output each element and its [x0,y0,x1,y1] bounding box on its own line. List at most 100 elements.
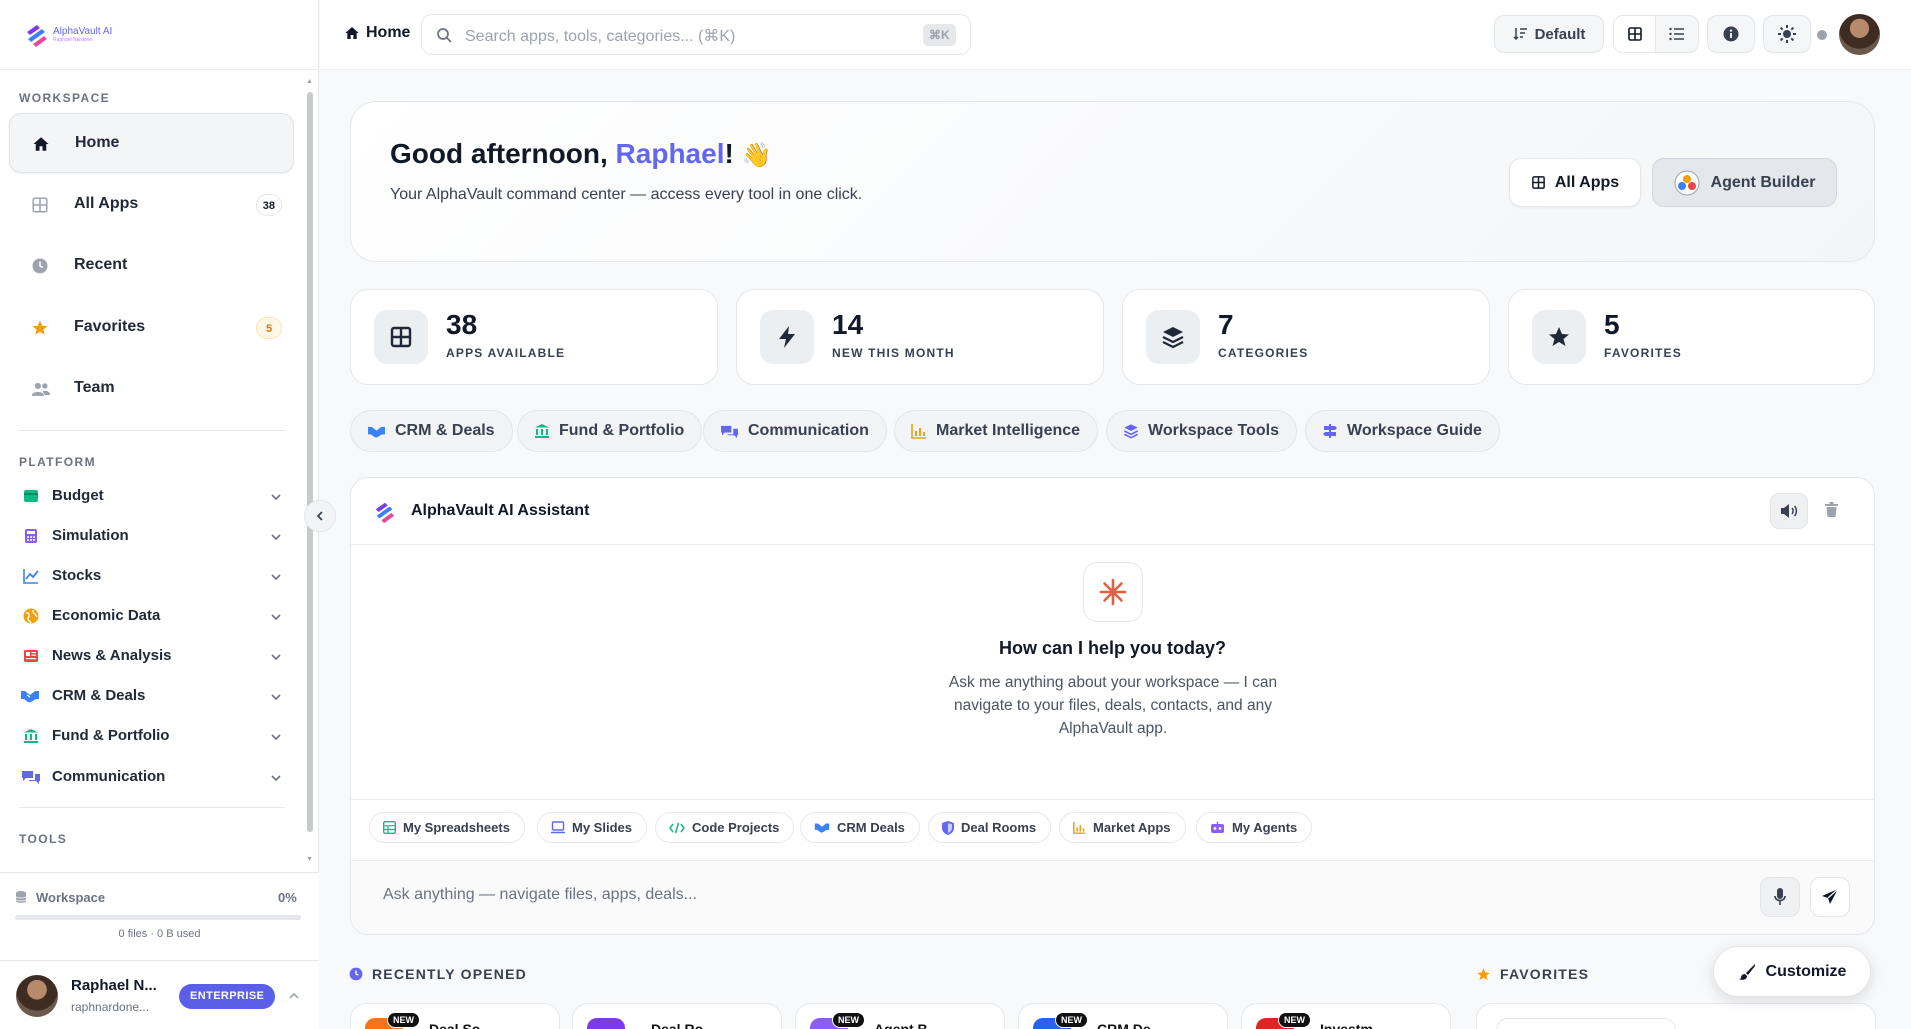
category-label: CRM & Deals [395,422,495,439]
trash-icon[interactable] [1825,502,1838,517]
chevron-up-icon[interactable] [288,991,300,1001]
stat-card-apps[interactable]: 38 APPS AVAILABLE [350,289,718,385]
avatar[interactable] [1839,14,1880,55]
sidebar-item-all-apps[interactable]: All Apps 38 [9,175,294,235]
logo-icon[interactable] [24,22,50,48]
recent-app-card[interactable]: Deal Ro... [572,1003,782,1029]
stat-card-categories[interactable]: 7 CATEGORIES [1122,289,1490,385]
category-chip-workspace-tools[interactable]: Workspace Tools [1106,410,1297,452]
sidebar-item-stocks[interactable]: Stocks [0,556,300,596]
chevron-down-icon[interactable] [270,571,282,583]
sidebar-item-simulation[interactable]: Simulation [0,516,300,556]
quick-chip-crm-deals[interactable]: CRM Deals [800,812,920,843]
plan-badge: ENTERPRISE [179,984,276,1009]
home-icon [32,135,50,153]
sidebar-item-recent[interactable]: Recent [9,236,294,296]
recent-app-card[interactable]: NEW Investm... [1241,1003,1451,1029]
assistant-body: How can I help you today? Ask me anythin… [351,546,1874,799]
recent-header: RECENTLY OPENED [349,966,527,982]
category-chip-crm-deals[interactable]: CRM & Deals [350,410,513,452]
sidebar-item-communication[interactable]: Communication [0,757,300,797]
tools-section-label: TOOLS [19,832,68,846]
chart-bar-icon [911,423,927,439]
handshake-icon [814,821,830,834]
sidebar-item-crm-deals[interactable]: CRM & Deals [0,676,300,716]
sidebar-item-label: Communication [52,768,166,785]
customize-label: Customize [1765,962,1847,980]
sidebar-item-economic-data[interactable]: Economic Data [0,596,300,636]
chevron-down-icon[interactable] [270,731,282,743]
category-chip-workspace-guide[interactable]: Workspace Guide [1305,410,1500,452]
grid-view-button[interactable] [1614,16,1657,52]
recent-app-card[interactable]: NEW Agent B... [795,1003,1005,1029]
sidebar-item-label: Recent [74,256,128,273]
quick-chip-agents[interactable]: My Agents [1196,812,1313,843]
search-input[interactable]: Search apps, tools, categories... (⌘K) ⌘… [421,14,971,55]
quick-chip-slides[interactable]: My Slides [537,812,647,843]
quick-chip-code-projects[interactable]: Code Projects [655,812,795,843]
agent-builder-button[interactable]: Agent Builder [1652,158,1837,207]
list-view-button[interactable] [1656,16,1698,52]
sort-button[interactable]: Default [1494,15,1604,53]
theme-toggle-button[interactable] [1763,15,1811,53]
customize-button[interactable]: Customize [1713,946,1871,997]
all-apps-button[interactable]: All Apps [1509,158,1641,207]
sidebar-item-label: News & Analysis [52,647,172,664]
logo-icon [373,500,397,524]
stat-card-favorites[interactable]: 5 FAVORITES [1508,289,1875,385]
sidebar-item-team[interactable]: Team [9,359,294,419]
chevron-down-icon[interactable] [270,772,282,784]
globe-icon [23,608,39,624]
stat-value: 38 [446,309,478,340]
topbar: Home Search apps, tools, categories... (… [320,0,1911,70]
user-panel[interactable]: Raphael N... raphnardone... ENTERPRISE [0,960,319,1029]
mic-button[interactable] [1760,877,1800,917]
favorite-card[interactable] [1496,1018,1676,1029]
sidebar: AlphaVault AI Raphael Nardone WORKSPACE … [0,0,319,1029]
recent-app-card[interactable]: NEW Deal So... [350,1003,560,1029]
app-name: Deal Ro... [651,1021,715,1029]
quick-chip-label: Deal Rooms [961,820,1037,835]
info-button[interactable] [1707,15,1755,53]
count-badge: 38 [255,194,282,216]
chevron-down-icon[interactable] [270,611,282,623]
category-chip-communication[interactable]: Communication [703,410,887,452]
sidebar-item-news-analysis[interactable]: News & Analysis [0,636,300,676]
breadcrumb[interactable]: Home [344,24,410,42]
divider [19,430,285,431]
sidebar-item-favorites[interactable]: Favorites 5 [9,298,294,358]
sidebar-item-fund-portfolio[interactable]: Fund & Portfolio [0,716,300,756]
assistant-prompt-text: Ask me anything about your workspace — I… [948,674,1278,737]
quick-chip-market-apps[interactable]: Market Apps [1059,812,1186,843]
category-chip-market-intelligence[interactable]: Market Intelligence [894,410,1099,452]
view-toggle[interactable] [1613,15,1699,53]
sidebar-item-budget[interactable]: Budget [0,476,300,516]
quick-chip-deal-rooms[interactable]: Deal Rooms [928,812,1052,843]
sidebar-item-label: Home [75,134,120,151]
chevron-down-icon[interactable] [270,691,282,703]
sort-icon [1513,27,1528,41]
send-button[interactable] [1810,877,1850,917]
app-name: Agent B... [874,1021,940,1029]
recent-app-card[interactable]: NEW CRM De... [1018,1003,1228,1029]
calculator-icon [23,528,39,544]
sidebar-item-label: Stocks [52,567,102,584]
handshake-icon [367,424,386,439]
voice-toggle-button[interactable] [1770,493,1808,529]
stat-value: 5 [1604,309,1620,340]
assistant-input[interactable]: Ask anything — navigate files, apps, dea… [383,886,697,904]
avatar[interactable] [16,975,58,1017]
chevron-down-icon[interactable] [270,531,282,543]
info-icon [1723,26,1739,42]
chevron-down-icon[interactable] [270,651,282,663]
layers-icon [1146,310,1200,364]
sidebar-scrollbar[interactable]: ▲ ▼ [306,78,314,868]
stat-card-new[interactable]: 14 NEW THIS MONTH [736,289,1104,385]
assistant-input-row: Ask anything — navigate files, apps, dea… [351,861,1874,934]
collapse-sidebar-button[interactable] [304,500,336,532]
category-chip-fund-portfolio[interactable]: Fund & Portfolio [517,410,703,452]
chevron-down-icon[interactable] [270,491,282,503]
sidebar-item-home[interactable]: Home [9,113,294,173]
grid-icon [1531,175,1546,190]
quick-chip-spreadsheets[interactable]: My Spreadsheets [369,812,525,843]
